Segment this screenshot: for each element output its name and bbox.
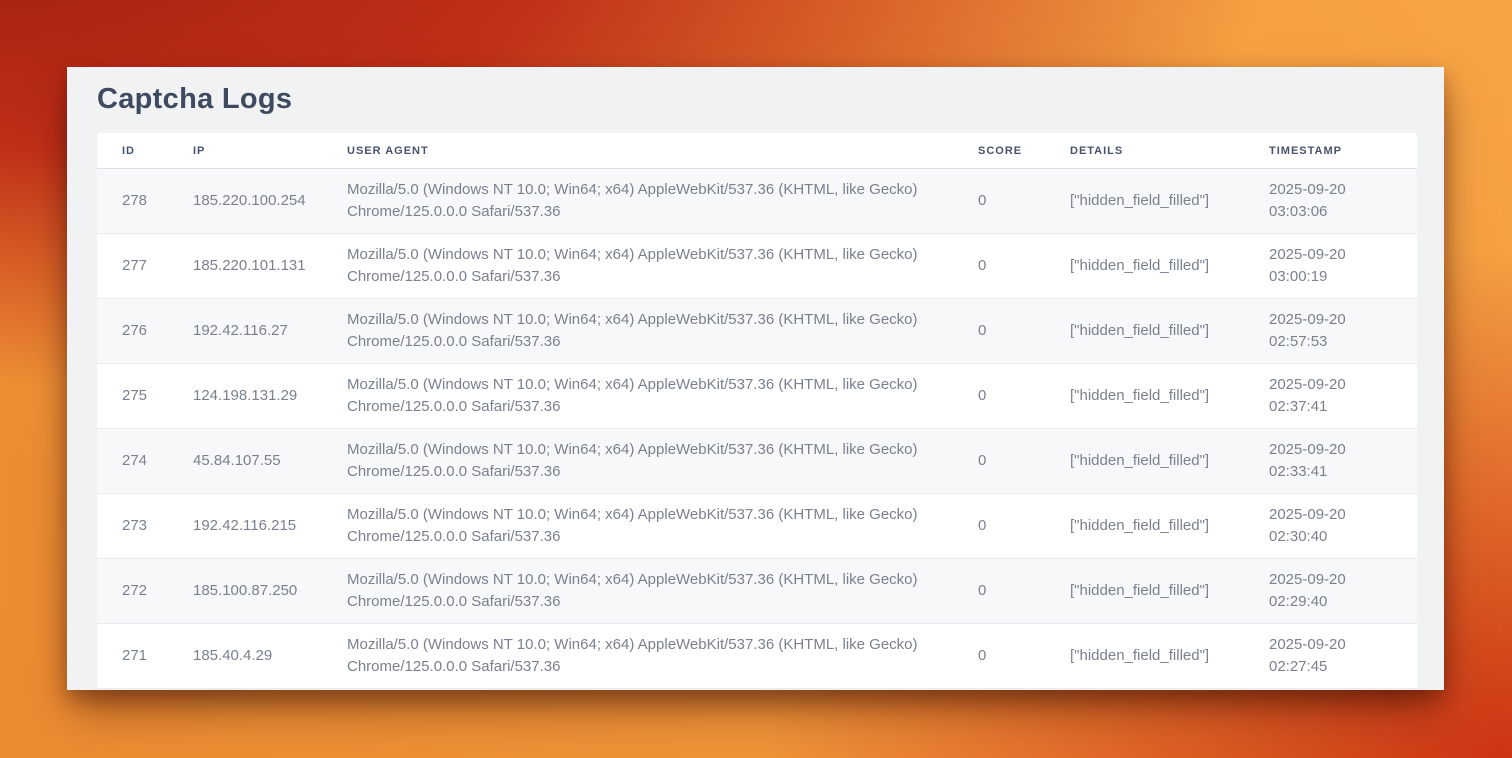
cell-score: 0 — [966, 429, 1058, 494]
table-row: 275 124.198.131.29 Mozilla/5.0 (Windows … — [97, 364, 1417, 429]
column-header-user-agent: USER AGENT — [335, 133, 966, 169]
cell-id: 274 — [97, 429, 181, 494]
cell-ip: 192.42.116.215 — [181, 494, 335, 559]
page-title: Captcha Logs — [97, 83, 1417, 116]
cell-score: 0 — [966, 624, 1058, 689]
cell-score: 0 — [966, 364, 1058, 429]
cell-user-agent: Mozilla/5.0 (Windows NT 10.0; Win64; x64… — [335, 169, 966, 234]
cell-ip: 192.42.116.27 — [181, 299, 335, 364]
cell-details: ["hidden_field_filled"] — [1058, 234, 1257, 299]
cell-user-agent: Mozilla/5.0 (Windows NT 10.0; Win64; x64… — [335, 494, 966, 559]
timestamp-time: 03:03:06 — [1269, 201, 1387, 223]
table-row: 273 192.42.116.215 Mozilla/5.0 (Windows … — [97, 494, 1417, 559]
cell-user-agent: Mozilla/5.0 (Windows NT 10.0; Win64; x64… — [335, 559, 966, 624]
cell-id: 273 — [97, 494, 181, 559]
timestamp-date: 2025-09-20 — [1269, 504, 1387, 526]
cell-timestamp: 2025-09-20 02:30:40 — [1257, 494, 1417, 559]
cell-id: 278 — [97, 169, 181, 234]
timestamp-date: 2025-09-20 — [1269, 179, 1387, 201]
cell-details: ["hidden_field_filled"] — [1058, 494, 1257, 559]
cell-id: 271 — [97, 624, 181, 689]
cell-timestamp: 2025-09-20 02:29:40 — [1257, 559, 1417, 624]
cell-user-agent: Mozilla/5.0 (Windows NT 10.0; Win64; x64… — [335, 364, 966, 429]
cell-score: 0 — [966, 169, 1058, 234]
cell-user-agent: Mozilla/5.0 (Windows NT 10.0; Win64; x64… — [335, 299, 966, 364]
timestamp-date: 2025-09-20 — [1269, 439, 1387, 461]
table-row: 274 45.84.107.55 Mozilla/5.0 (Windows NT… — [97, 429, 1417, 494]
timestamp-date: 2025-09-20 — [1269, 569, 1387, 591]
cell-id: 276 — [97, 299, 181, 364]
cell-user-agent: Mozilla/5.0 (Windows NT 10.0; Win64; x64… — [335, 624, 966, 689]
cell-timestamp: 2025-09-20 02:57:53 — [1257, 299, 1417, 364]
cell-id: 277 — [97, 234, 181, 299]
cell-user-agent: Mozilla/5.0 (Windows NT 10.0; Win64; x64… — [335, 429, 966, 494]
cell-id: 272 — [97, 559, 181, 624]
cell-details: ["hidden_field_filled"] — [1058, 559, 1257, 624]
cell-ip: 185.220.101.131 — [181, 234, 335, 299]
cell-timestamp: 2025-09-20 02:33:41 — [1257, 429, 1417, 494]
table-row: 276 192.42.116.27 Mozilla/5.0 (Windows N… — [97, 299, 1417, 364]
cell-score: 0 — [966, 559, 1058, 624]
column-header-id: ID — [97, 133, 181, 169]
column-header-ip: IP — [181, 133, 335, 169]
column-header-details: DETAILS — [1058, 133, 1257, 169]
column-header-timestamp: TIMESTAMP — [1257, 133, 1417, 169]
table-row: 271 185.40.4.29 Mozilla/5.0 (Windows NT … — [97, 624, 1417, 689]
cell-score: 0 — [966, 494, 1058, 559]
timestamp-date: 2025-09-20 — [1269, 374, 1387, 396]
timestamp-date: 2025-09-20 — [1269, 309, 1387, 331]
timestamp-time: 02:29:40 — [1269, 591, 1387, 613]
cell-id: 275 — [97, 364, 181, 429]
timestamp-time: 02:33:41 — [1269, 461, 1387, 483]
timestamp-time: 02:30:40 — [1269, 526, 1387, 548]
cell-details: ["hidden_field_filled"] — [1058, 169, 1257, 234]
table-row: 278 185.220.100.254 Mozilla/5.0 (Windows… — [97, 169, 1417, 234]
timestamp-date: 2025-09-20 — [1269, 634, 1387, 656]
cell-ip: 45.84.107.55 — [181, 429, 335, 494]
captcha-table-body: 278 185.220.100.254 Mozilla/5.0 (Windows… — [97, 169, 1417, 689]
timestamp-date: 2025-09-20 — [1269, 244, 1387, 266]
captcha-logs-card: Captcha Logs ID IP USER AGENT SCORE DETA… — [67, 67, 1444, 690]
cell-timestamp: 2025-09-20 02:37:41 — [1257, 364, 1417, 429]
table-row: 277 185.220.101.131 Mozilla/5.0 (Windows… — [97, 234, 1417, 299]
captcha-logs-table: ID IP USER AGENT SCORE DETAILS TIMESTAMP… — [97, 133, 1417, 689]
cell-timestamp: 2025-09-20 02:27:45 — [1257, 624, 1417, 689]
timestamp-time: 03:00:19 — [1269, 266, 1387, 288]
page-background: { "page": { "title": "Captcha Logs" }, "… — [0, 0, 1512, 758]
cell-details: ["hidden_field_filled"] — [1058, 429, 1257, 494]
cell-ip: 124.198.131.29 — [181, 364, 335, 429]
cell-score: 0 — [966, 299, 1058, 364]
cell-timestamp: 2025-09-20 03:00:19 — [1257, 234, 1417, 299]
cell-details: ["hidden_field_filled"] — [1058, 364, 1257, 429]
cell-ip: 185.220.100.254 — [181, 169, 335, 234]
cell-timestamp: 2025-09-20 03:03:06 — [1257, 169, 1417, 234]
cell-score: 0 — [966, 234, 1058, 299]
table-header-row: ID IP USER AGENT SCORE DETAILS TIMESTAMP — [97, 133, 1417, 169]
cell-ip: 185.40.4.29 — [181, 624, 335, 689]
cell-details: ["hidden_field_filled"] — [1058, 299, 1257, 364]
cell-user-agent: Mozilla/5.0 (Windows NT 10.0; Win64; x64… — [335, 234, 966, 299]
cell-ip: 185.100.87.250 — [181, 559, 335, 624]
column-header-score: SCORE — [966, 133, 1058, 169]
timestamp-time: 02:27:45 — [1269, 656, 1387, 678]
cell-details: ["hidden_field_filled"] — [1058, 624, 1257, 689]
timestamp-time: 02:57:53 — [1269, 331, 1387, 353]
timestamp-time: 02:37:41 — [1269, 396, 1387, 418]
table-row: 272 185.100.87.250 Mozilla/5.0 (Windows … — [97, 559, 1417, 624]
